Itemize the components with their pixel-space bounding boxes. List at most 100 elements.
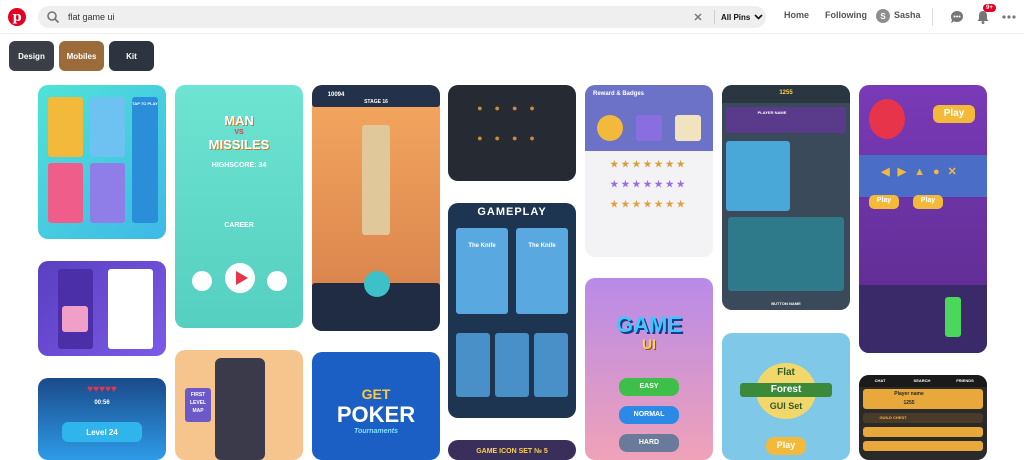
pin-subtitle: Tournaments	[353, 428, 399, 435]
pin-play-label-2: Play	[876, 197, 892, 204]
pin-tab: SEARCH	[913, 378, 931, 383]
pin-title: Reward & Badges	[593, 91, 645, 97]
pin-stage-game[interactable]: 10094 STAGE 16	[312, 85, 440, 331]
pin-normal-label: NORMAL	[633, 411, 665, 418]
messages-icon[interactable]	[949, 9, 965, 25]
pin-title: GAME ICON SET № 5	[476, 448, 548, 455]
pin-card	[456, 228, 508, 314]
search-divider	[714, 10, 715, 24]
pin-gameplay[interactable]: GAMEPLAY The Knife The Knife	[448, 203, 576, 418]
pin-game-ui[interactable]: GAME UI EASY NORMAL HARD	[585, 278, 713, 460]
pin-thumb-panel	[48, 163, 83, 223]
pin-title-2: UI	[642, 336, 656, 352]
pin-play-label-3: Play	[920, 197, 936, 204]
nav-divider	[932, 8, 933, 26]
pin-thumb-panel	[108, 269, 153, 349]
pin-character	[869, 99, 905, 139]
pin-thumb-panel	[90, 97, 125, 157]
pin-career: CAREER	[224, 222, 254, 229]
pin-thumb-panel	[48, 97, 83, 157]
chip-kit[interactable]: Kit	[109, 41, 154, 71]
chip-design[interactable]: Design	[9, 41, 54, 71]
pin-building-scene	[726, 141, 790, 211]
pin-title-3: GUI Set	[769, 401, 803, 411]
pin-text: TAP TO PLAY	[132, 101, 158, 106]
pin-badge-grid: ★★★★★★★	[610, 179, 688, 189]
search-bar[interactable]: All Pins	[38, 6, 766, 28]
pin-player-coins: 1255	[903, 400, 915, 406]
pin-level-screen[interactable]: 00:56 Level 24 ♥♥♥♥♥	[38, 378, 166, 460]
pin-thumb-panel	[90, 163, 125, 223]
pin-title-vs: VS	[234, 129, 244, 136]
pin-title: GAMEPLAY	[477, 206, 547, 218]
pin-city-builder[interactable]: 1255 PLAYER NAME BUTTON NAME	[722, 85, 850, 310]
all-pins-label: All Pins	[721, 12, 751, 22]
pin-man-vs-missiles[interactable]: MAN VS MISSILES HIGHSCORE: 34 CAREER	[175, 85, 303, 328]
all-pins-filter[interactable]: All Pins	[721, 6, 763, 28]
pin-level-text: Level 24	[86, 428, 118, 437]
pin-center-button	[364, 271, 390, 297]
pin-tab: FRIENDS	[956, 378, 974, 383]
top-bar: p All Pins Home Following S Sasha 9+	[0, 0, 1024, 34]
pin-ground	[859, 285, 987, 353]
pin-xoxo-game[interactable]	[38, 261, 166, 356]
pin-button-name: BUTTON NAME	[771, 301, 801, 306]
pin-title: MAN	[224, 113, 254, 128]
pin-badge-grid: ★★★★★★★	[610, 159, 688, 169]
search-input[interactable]	[68, 12, 668, 22]
pin-tab: CHAT	[874, 378, 886, 383]
pin-card-title: The Knife	[528, 243, 556, 249]
pin-stage: STAGE 16	[364, 99, 388, 105]
pin-play-ui[interactable]: Play ◀▶▲●✕ Play Play	[859, 85, 987, 353]
user-name[interactable]: Sasha	[894, 10, 921, 20]
play-icon	[236, 271, 248, 285]
pin-play-label: Play	[776, 440, 796, 450]
pin-title-2: POKER	[336, 402, 416, 427]
pin-card	[516, 228, 568, 314]
search-icon	[47, 11, 60, 24]
pin-dark-icons[interactable]: ●●●● ●●●●	[448, 85, 576, 181]
pin-icons-row-1: ●●●●	[477, 103, 547, 113]
pin-easy-label: EASY	[639, 383, 659, 390]
pin-badge	[675, 115, 701, 141]
pin-get-poker[interactable]: GET POKER Tournaments	[312, 352, 440, 460]
pin-crates-grid	[728, 217, 844, 291]
pin-badge	[636, 115, 662, 141]
clear-search-icon[interactable]	[692, 11, 704, 23]
chip-mobiles[interactable]: Mobiles	[59, 41, 104, 71]
pin-flat-menu-ui[interactable]: TAP TO PLAY	[38, 85, 166, 239]
pin-timer: 00:56	[94, 400, 110, 406]
pin-tag-text: FIRST	[190, 392, 206, 398]
pin-player-name: PLAYER NAME	[757, 110, 787, 115]
pin-card-title: The Knife	[468, 243, 496, 249]
pin-thumb-panel	[132, 97, 158, 223]
nav-following[interactable]: Following	[825, 10, 867, 20]
pin-guild-label: GUILD CHEST	[879, 415, 907, 420]
pin-title-2: Forest	[770, 384, 802, 395]
more-options-icon[interactable]	[1001, 9, 1017, 25]
pin-coins: 10094	[327, 92, 345, 98]
pin-reward-badges[interactable]: Reward & Badges ★★★★★★★ ★★★★★★★ ★★★★★★★	[585, 85, 713, 257]
pin-icons-row-2: ●●●●	[477, 133, 547, 143]
pinterest-logo-icon[interactable]: p	[8, 8, 26, 26]
nav-home[interactable]: Home	[784, 10, 809, 20]
pin-level-map[interactable]: FIRST LEVEL MAP	[175, 350, 303, 460]
pin-coins: 1255	[779, 90, 793, 96]
pin-badge-grid: ★★★★★★★	[610, 199, 688, 209]
avatar[interactable]: S	[876, 9, 890, 23]
pin-guild-chat[interactable]: CHAT SEARCH FRIENDS Player name 1255 GUI…	[859, 375, 987, 460]
pin-card	[456, 333, 490, 397]
pin-title-2: MISSILES	[208, 137, 270, 152]
pin-card	[495, 333, 529, 397]
pin-cart-button	[267, 271, 287, 291]
chevron-down-icon	[754, 14, 763, 20]
pin-icon-set[interactable]: GAME ICON SET № 5	[448, 440, 576, 460]
pin-title: Flat	[777, 367, 795, 378]
pin-controls-icons: ◀▶▲●✕	[881, 166, 965, 178]
notification-badge: 9+	[983, 4, 996, 12]
pin-tag-text: MAP	[192, 408, 204, 414]
pin-tag-text: LEVEL	[189, 400, 207, 406]
pin-pillar	[945, 297, 961, 337]
pin-flat-forest[interactable]: Flat Forest GUI Set Play	[722, 333, 850, 460]
pin-hard-label: HARD	[638, 439, 660, 446]
